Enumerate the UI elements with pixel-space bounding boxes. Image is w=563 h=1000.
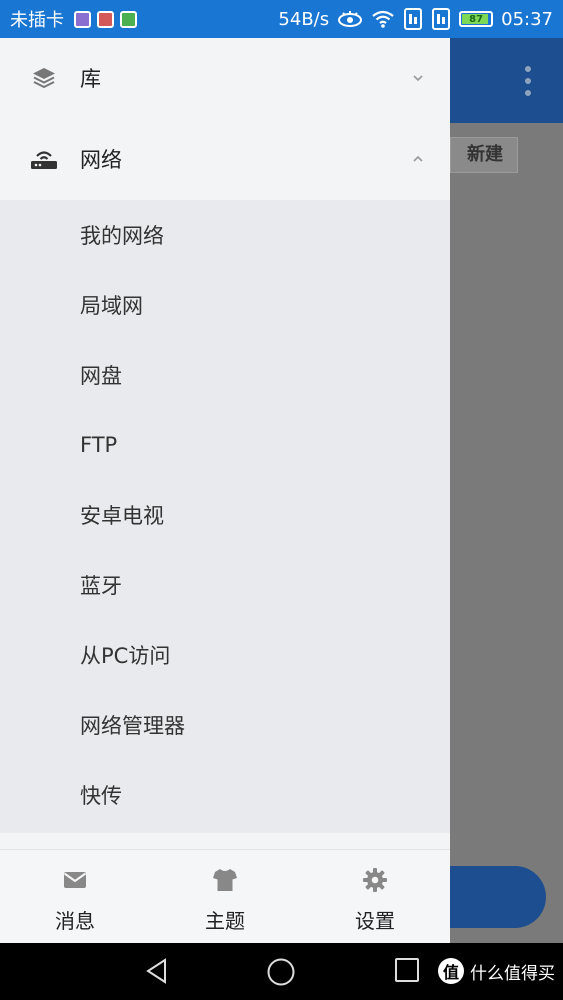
tshirt-icon: [213, 869, 237, 891]
bottom-nav-label: 设置: [355, 909, 395, 933]
router-icon: [30, 145, 58, 173]
status-bar: 未插卡 54B/s 87 05:37: [0, 0, 563, 38]
eye-comfort-icon: [338, 11, 363, 27]
drawer-section-network[interactable]: 网络: [0, 118, 450, 200]
network-item-access-from-pc[interactable]: 从PC访问: [0, 620, 450, 690]
network-item-label: FTP: [80, 433, 118, 457]
watermark-text: 什么值得买: [470, 963, 555, 984]
clock: 05:37: [501, 8, 553, 30]
bottom-nav-settings[interactable]: 设置: [300, 850, 450, 943]
wifi-icon: [372, 10, 394, 28]
gear-icon: [363, 868, 387, 892]
battery-icon: 87: [459, 11, 494, 27]
drawer-section-label: 网络: [80, 148, 122, 172]
chevron-up-icon: [413, 155, 423, 162]
network-submenu: 我的网络 局域网 网盘 FTP 安卓电视 蓝牙 从PC访问 网络管理器 快传: [0, 200, 450, 833]
recents-square-icon[interactable]: [394, 957, 420, 983]
network-item-label: 从PC访问: [80, 644, 171, 668]
more-vertical-icon[interactable]: [525, 66, 531, 96]
bottom-nav-label: 消息: [55, 909, 95, 933]
navigation-drawer: 库 网络 我的网络 局域网 网盘 FTP 安卓电视 蓝牙 从PC访问 网络管理器…: [0, 38, 450, 943]
watermark-logo: 值: [438, 958, 464, 984]
network-item-label: 网络管理器: [80, 714, 185, 738]
gallery-notification-icon: [74, 10, 91, 28]
network-item-label: 局域网: [80, 294, 143, 318]
network-item-bluetooth[interactable]: 蓝牙: [0, 550, 450, 620]
network-item-quick-transfer[interactable]: 快传: [0, 760, 450, 830]
bottom-nav-messages[interactable]: 消息: [0, 850, 150, 943]
new-button[interactable]: 新建: [450, 137, 518, 173]
status-right: 54B/s 87 05:37: [278, 0, 553, 38]
back-triangle-icon[interactable]: [143, 957, 171, 985]
notification-icons: [74, 10, 137, 28]
floating-action-button[interactable]: [450, 866, 546, 928]
network-item-network-manager[interactable]: 网络管理器: [0, 690, 450, 760]
bottom-nav-label: 主题: [205, 909, 245, 933]
app-notification-icon: [97, 10, 114, 28]
sim-signal-icon: [404, 8, 423, 30]
sim-signal-2-icon: [432, 8, 451, 30]
envelope-icon: [63, 872, 87, 888]
network-item-cloud-drive[interactable]: 网盘: [0, 340, 450, 410]
bottom-nav-themes[interactable]: 主题: [150, 850, 300, 943]
drawer-bottom-nav: 消息 主题 设置: [0, 849, 450, 943]
system-nav-bar: 值 什么值得买: [0, 943, 563, 1000]
grid-notification-icon: [120, 10, 137, 28]
network-item-label: 蓝牙: [80, 574, 122, 598]
drawer-section-label: 库: [80, 67, 101, 91]
network-item-lan[interactable]: 局域网: [0, 270, 450, 340]
battery-level: 87: [469, 13, 484, 25]
network-item-label: 快传: [80, 784, 122, 808]
network-item-android-tv[interactable]: 安卓电视: [0, 480, 450, 550]
chevron-down-icon: [413, 75, 423, 82]
home-circle-icon[interactable]: [266, 957, 296, 987]
layers-icon: [30, 64, 58, 92]
network-item-ftp[interactable]: FTP: [0, 410, 450, 480]
net-speed: 54B/s: [278, 8, 330, 30]
network-item-my-network[interactable]: 我的网络: [0, 200, 450, 270]
network-item-label: 安卓电视: [80, 504, 164, 528]
network-item-label: 我的网络: [80, 224, 164, 248]
watermark: 值 什么值得买: [438, 958, 555, 984]
network-item-label: 网盘: [80, 364, 122, 388]
carrier-label: 未插卡: [10, 10, 64, 31]
drawer-section-library[interactable]: 库: [0, 38, 450, 118]
